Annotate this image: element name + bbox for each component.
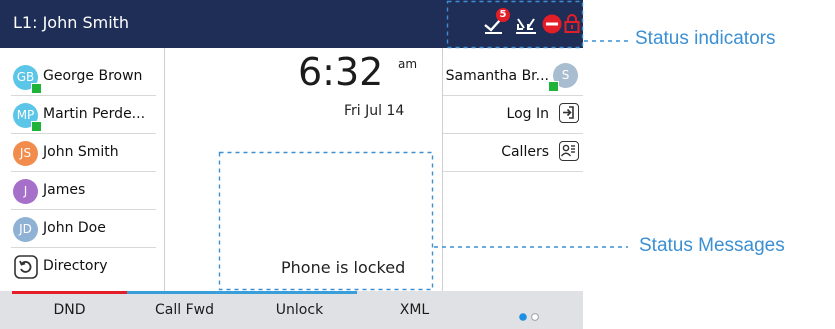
directory-icon [14, 255, 38, 283]
clock-date: Fri Jul 14 [344, 103, 405, 119]
status-messages-callout: Status Messages [639, 235, 785, 256]
presence-available-icon [31, 83, 42, 94]
status-message: Phone is locked [281, 258, 406, 277]
avatar: JD [13, 217, 38, 242]
title-bar: L1: John Smith 5 [0, 0, 583, 48]
directory-label: Directory [43, 258, 108, 274]
callers-label: Callers [501, 144, 549, 160]
contact-john-doe[interactable]: JD John Doe [11, 209, 156, 248]
softkey-label: Call Fwd [155, 302, 214, 318]
login-key[interactable]: Log In [443, 95, 583, 134]
callers-key[interactable]: Callers [443, 133, 583, 172]
contact-john-smith[interactable]: JS John Smith [11, 133, 156, 172]
contact-name: George Brown [43, 68, 143, 84]
contact-george-brown[interactable]: GB George Brown [11, 57, 156, 96]
clock-time: 6:32 [298, 50, 384, 94]
presence-available-icon [31, 121, 42, 132]
login-label: Log In [506, 106, 549, 122]
presence-available-icon [548, 81, 559, 92]
contact-samantha-brown[interactable]: Samantha Br... S [443, 57, 583, 96]
avatar: JS [13, 141, 38, 166]
avatar: J [13, 179, 38, 204]
softkey-call-fwd[interactable]: Call Fwd [127, 291, 242, 329]
active-indicator [242, 291, 357, 294]
contact-name: Samantha Br... [445, 68, 549, 84]
softkey-dnd[interactable]: DND [12, 291, 127, 329]
callers-icon [559, 141, 579, 161]
login-icon [559, 103, 579, 123]
line-title: L1: John Smith [13, 13, 130, 32]
phone-screen: L1: John Smith 5 GB George Brown MP Mart… [0, 0, 583, 329]
contact-martin-perdes[interactable]: MP Martin Perde... [11, 95, 156, 134]
softkey-label: XML [399, 302, 430, 318]
active-indicator [12, 291, 127, 294]
directory-key[interactable]: Directory [11, 247, 156, 285]
clock-ampm: am [398, 57, 418, 71]
status-indicators-callout: Status indicators [635, 28, 776, 49]
contact-name: James [43, 182, 86, 198]
contact-james[interactable]: J James [11, 171, 156, 210]
page-indicator[interactable] [519, 307, 543, 326]
contact-name: Martin Perde... [43, 106, 146, 122]
call-forward-icon [515, 16, 537, 38]
contact-name: John Doe [43, 220, 106, 236]
contact-name: John Smith [43, 144, 119, 160]
active-indicator [127, 291, 242, 294]
do-not-disturb-icon [542, 14, 562, 38]
column-divider [164, 48, 165, 291]
softkey-unlock[interactable]: Unlock [242, 291, 357, 329]
softkey-label: Unlock [275, 302, 324, 318]
lock-icon [564, 13, 580, 37]
contacts-list: GB George Brown MP Martin Perde... JS Jo… [0, 48, 164, 291]
softkey-bar: DND Call Fwd Unlock XML [0, 291, 583, 329]
missed-calls-badge: 5 [496, 8, 510, 22]
status-indicator-bar: 5 [478, 8, 582, 38]
softkey-label: DND [53, 302, 86, 318]
softkey-xml[interactable]: XML [357, 291, 472, 329]
